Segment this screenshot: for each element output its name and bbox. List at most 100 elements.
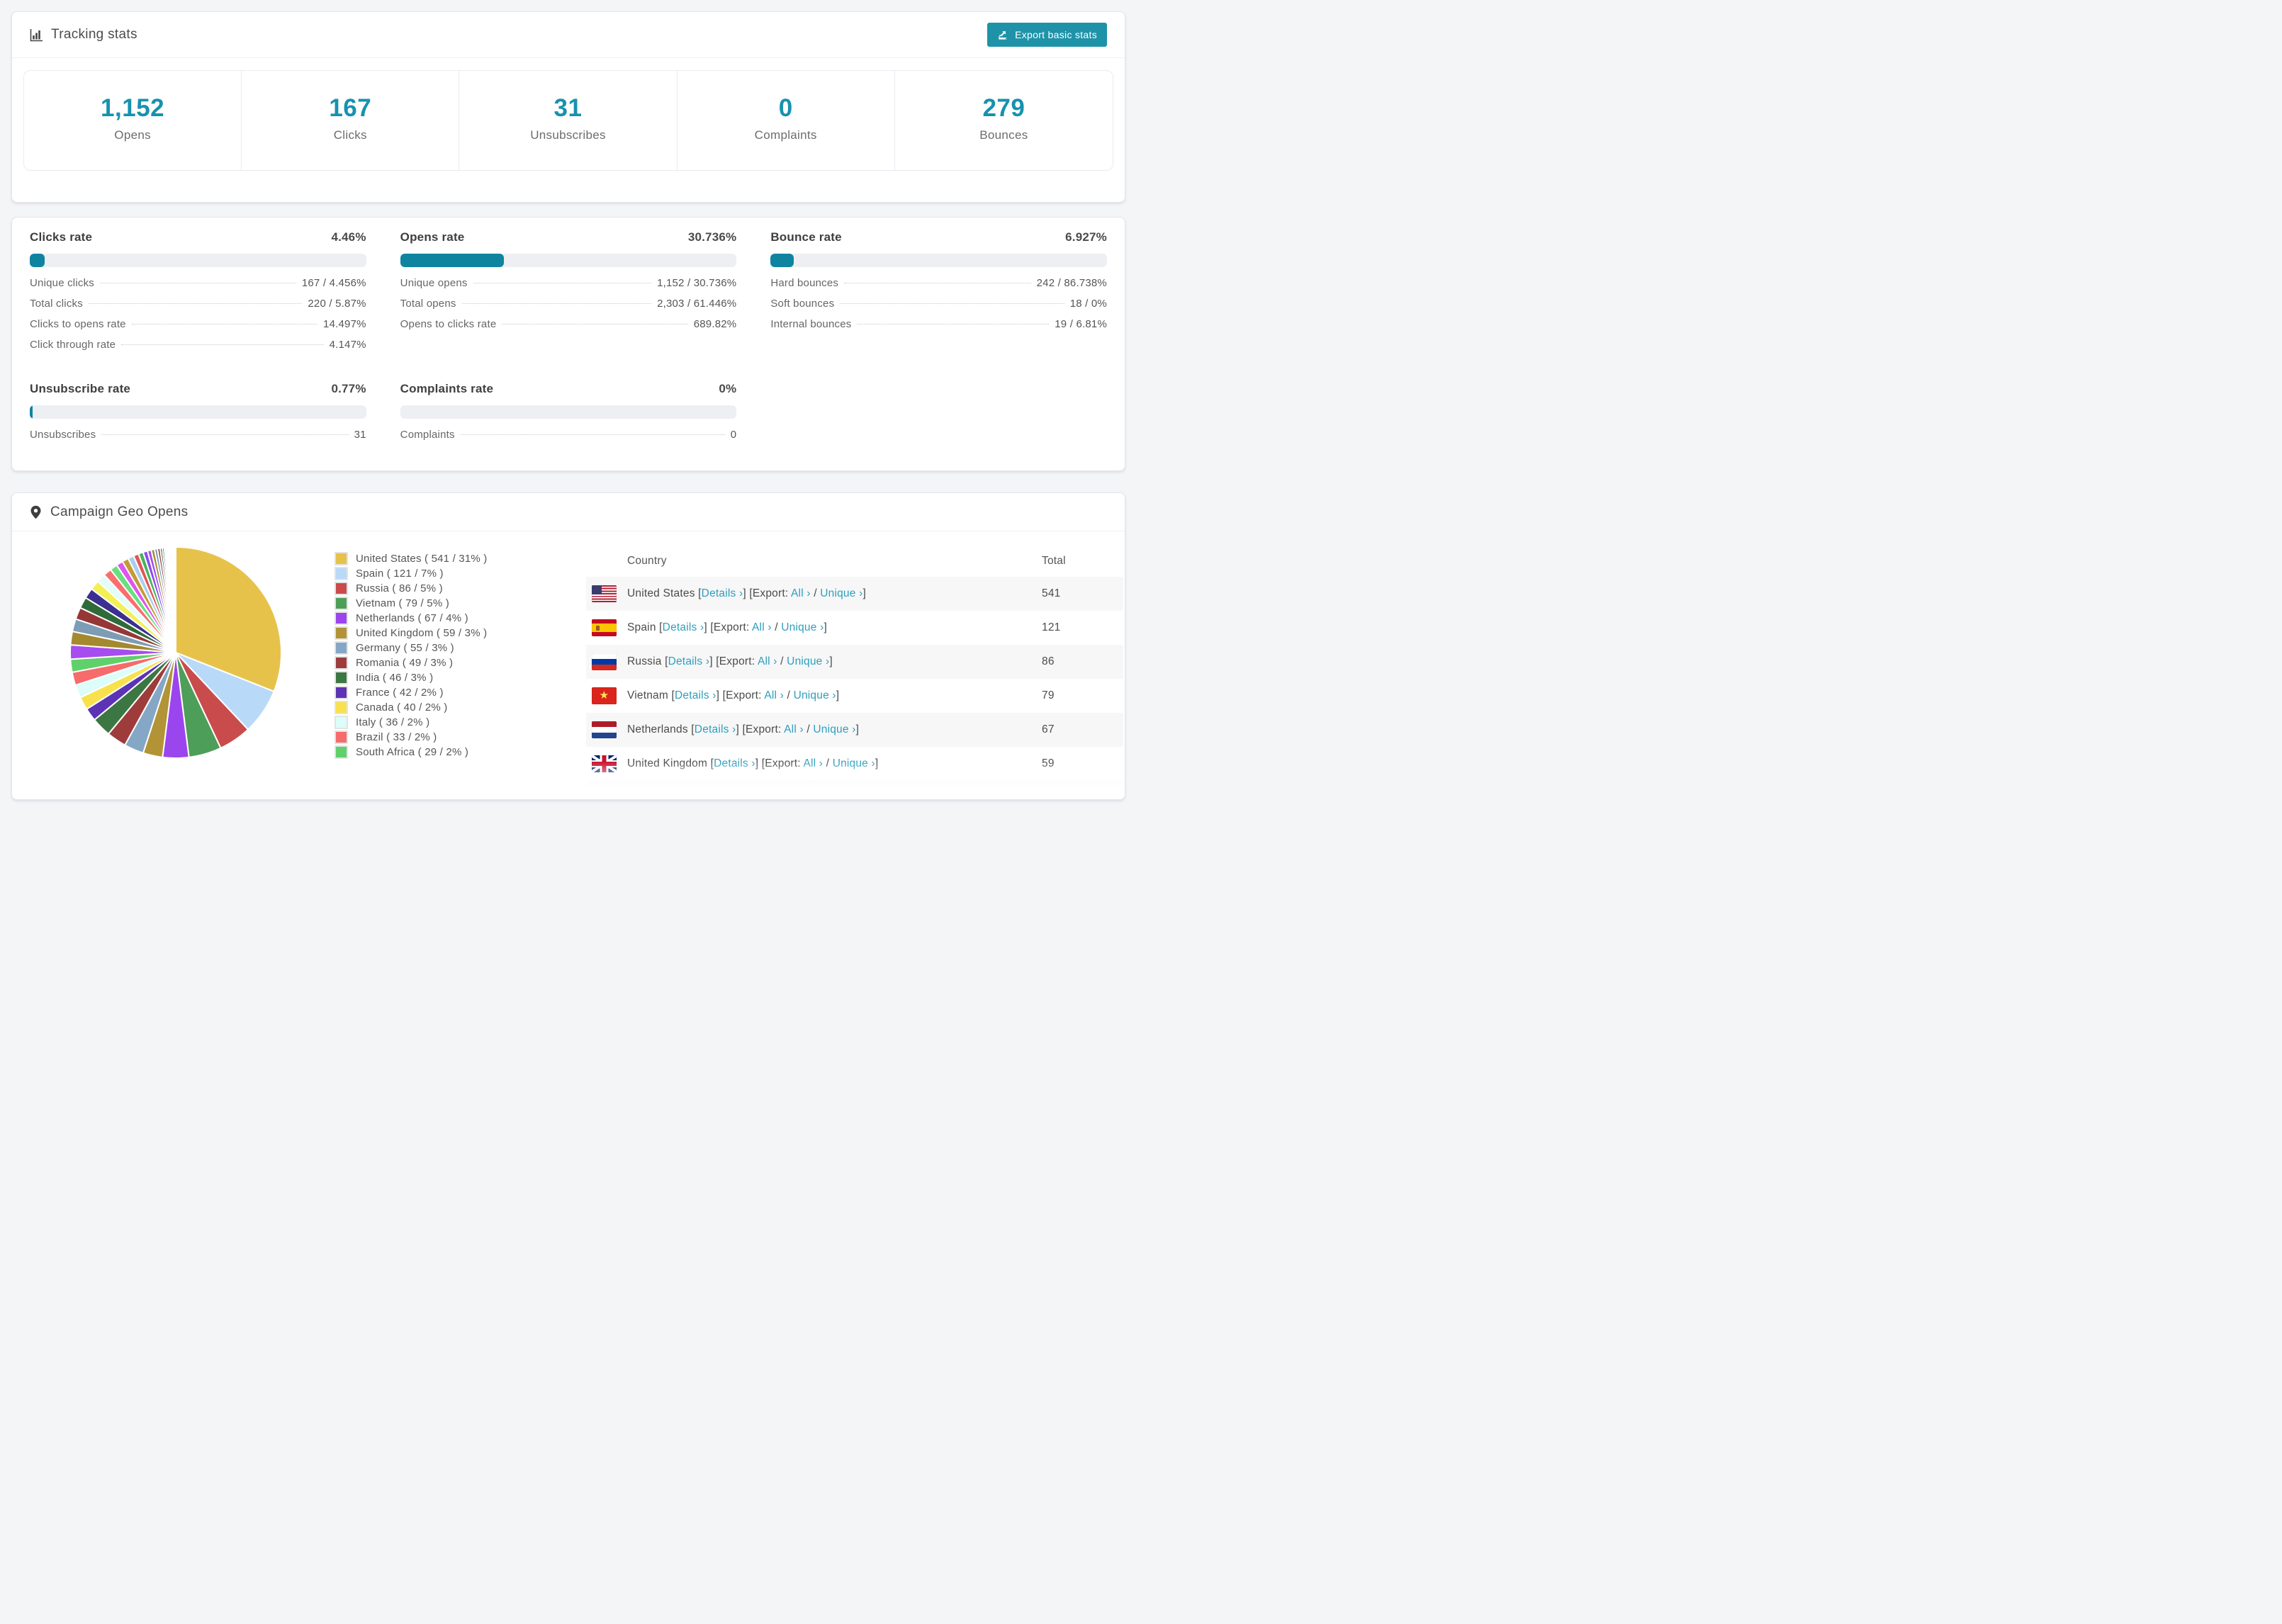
export-all-link[interactable]: All ›: [770, 791, 789, 799]
legend-swatch: [335, 552, 348, 565]
summary-value: 0: [778, 94, 793, 122]
details-link[interactable]: Details ›: [702, 587, 743, 599]
summary-stats-box: 1,152 Opens 167 Clicks 31 Unsubscribes 0 Compla…: [23, 70, 1113, 171]
pie-legend: United States ( 541 / 31% ) Spain ( 121 /…: [335, 551, 488, 760]
stat-row-unique-clicks: Unique clicks 167 / 4.456%: [30, 277, 366, 298]
rate-progress-fill: [30, 405, 33, 419]
legend-label: Brazil ( 33 / 2% ): [356, 731, 437, 743]
summary-stat-bounces: 279 Bounces: [895, 71, 1113, 170]
export-prefix: ] [Export:: [709, 655, 758, 667]
export-button-label: Export basic stats: [1015, 29, 1097, 40]
rate-progress-fill: [400, 254, 504, 267]
stat-label: Unique clicks: [30, 277, 94, 289]
summary-stat-opens: 1,152 Opens: [24, 71, 242, 170]
rate-head: Unsubscribe rate 0.77%: [30, 382, 366, 396]
export-unique-link[interactable]: Unique ›: [820, 587, 862, 599]
table-row-germany: Germany [Details ›] [Export: All › / Uni…: [586, 781, 1123, 800]
details-link[interactable]: Details ›: [695, 723, 736, 735]
details-link[interactable]: Details ›: [668, 655, 710, 667]
bar-chart-icon: [30, 28, 43, 41]
stat-value: 31: [354, 429, 366, 441]
summary-value: 31: [553, 94, 583, 122]
stat-label: Unsubscribes: [30, 429, 96, 441]
export-all-link[interactable]: All ›: [758, 655, 777, 667]
rate-block-clicks-rate: Clicks rate 4.46% Unique clicks 167 / 4.456…: [30, 230, 366, 359]
stat-label: Opens to clicks rate: [400, 318, 497, 330]
slash-separator: /: [803, 723, 814, 735]
stat-row-total-clicks: Total clicks 220 / 5.87%: [30, 298, 366, 318]
stat-row-click-through-rate: Click through rate 4.147%: [30, 339, 366, 359]
export-unique-link[interactable]: Unique ›: [799, 791, 841, 799]
export-basic-stats-button[interactable]: Export basic stats: [987, 23, 1107, 47]
table-row-spain: Spain [Details ›] [Export: All › / Uniqu…: [586, 611, 1123, 645]
country-name: Vietnam: [627, 689, 668, 701]
export-unique-link[interactable]: Unique ›: [787, 655, 829, 667]
campaign-geo-opens-card: Campaign Geo Opens United States ( 541 /…: [11, 492, 1125, 800]
table-row-russia: Russia [Details ›] [Export: All › / Uniq…: [586, 645, 1123, 679]
table-row-united-kingdom: United Kingdom [Details ›] [Export: All …: [586, 747, 1123, 781]
export-unique-link[interactable]: Unique ›: [794, 689, 836, 701]
details-link[interactable]: Details ›: [680, 791, 721, 799]
export-all-link[interactable]: All ›: [764, 689, 784, 701]
details-link[interactable]: Details ›: [663, 621, 704, 633]
dotted-leader: [461, 303, 652, 304]
details-link[interactable]: Details ›: [714, 757, 755, 769]
export-prefix: ] [Export:: [736, 723, 785, 735]
export-icon: [999, 30, 1007, 40]
country-cell: Spain [Details ›] [Export: All › / Uniqu…: [627, 621, 1042, 634]
country-cell: Netherlands [Details ›] [Export: All › /…: [627, 723, 1042, 736]
legend-item-germany: Germany ( 55 / 3% ): [335, 641, 488, 655]
bracket-close: ]: [855, 723, 860, 735]
slash-separator: /: [771, 621, 782, 633]
legend-swatch: [335, 597, 348, 610]
bracket: [: [668, 689, 675, 701]
summary-stat-unsubscribes: 31 Unsubscribes: [459, 71, 678, 170]
legend-item-russia: Russia ( 86 / 5% ): [335, 581, 488, 596]
bracket-close: ]: [824, 621, 827, 633]
legend-label: South Africa ( 29 / 2% ): [356, 746, 469, 758]
legend-label: Germany ( 55 / 3% ): [356, 642, 454, 654]
export-unique-link[interactable]: Unique ›: [813, 723, 855, 735]
legend-label: Romania ( 49 / 3% ): [356, 657, 454, 669]
total-cell: 121: [1042, 621, 1061, 633]
export-unique-link[interactable]: Unique ›: [781, 621, 824, 633]
export-all-link[interactable]: All ›: [752, 621, 772, 633]
rate-title: Unsubscribe rate: [30, 382, 131, 395]
export-unique-link[interactable]: Unique ›: [833, 757, 875, 769]
export-prefix: ] [Export:: [716, 689, 765, 701]
stat-value: 4.147%: [329, 339, 366, 351]
summary-label: Unsubscribes: [530, 128, 606, 142]
stat-label: Soft bounces: [770, 298, 835, 310]
bracket: [: [695, 587, 702, 599]
stat-row-hard-bounces: Hard bounces 242 / 86.738%: [770, 277, 1107, 298]
bracket: [: [707, 757, 714, 769]
export-all-link[interactable]: All ›: [803, 757, 823, 769]
legend-label: Italy ( 36 / 2% ): [356, 716, 430, 728]
rate-block-bounce-rate: Bounce rate 6.927% Hard bounces 242 / 86.73…: [770, 230, 1107, 359]
legend-label: India ( 46 / 3% ): [356, 672, 434, 684]
bracket: [: [656, 621, 663, 633]
details-link[interactable]: Details ›: [675, 689, 716, 701]
total-cell: 67: [1042, 723, 1055, 735]
bracket: [: [673, 791, 680, 800]
legend-label: Vietnam ( 79 / 5% ): [356, 597, 449, 609]
rate-head: Opens rate 30.736%: [400, 230, 737, 244]
legend-item-india: India ( 46 / 3% ): [335, 670, 488, 685]
stat-value: 19 / 6.81%: [1055, 318, 1107, 330]
stat-row-unsubscribes: Unsubscribes 31: [30, 429, 366, 449]
slash-separator: /: [784, 689, 794, 701]
export-all-link[interactable]: All ›: [791, 587, 811, 599]
summary-value: 1,152: [101, 94, 165, 122]
legend-label: Spain ( 121 / 7% ): [356, 568, 444, 580]
export-prefix: ] [Export:: [721, 791, 770, 800]
country-column-header: Country: [627, 555, 667, 567]
country-cell: United Kingdom [Details ›] [Export: All …: [627, 757, 1042, 770]
country-cell: Vietnam [Details ›] [Export: All › / Uni…: [627, 689, 1042, 702]
legend-item-canada: Canada ( 40 / 2% ): [335, 700, 488, 715]
legend-swatch: [335, 745, 348, 759]
geo-header: Campaign Geo Opens: [12, 493, 1125, 531]
stat-label: Internal bounces: [770, 318, 852, 330]
export-all-link[interactable]: All ›: [784, 723, 804, 735]
legend-item-brazil: Brazil ( 33 / 2% ): [335, 730, 488, 745]
slash-separator: /: [823, 757, 833, 769]
